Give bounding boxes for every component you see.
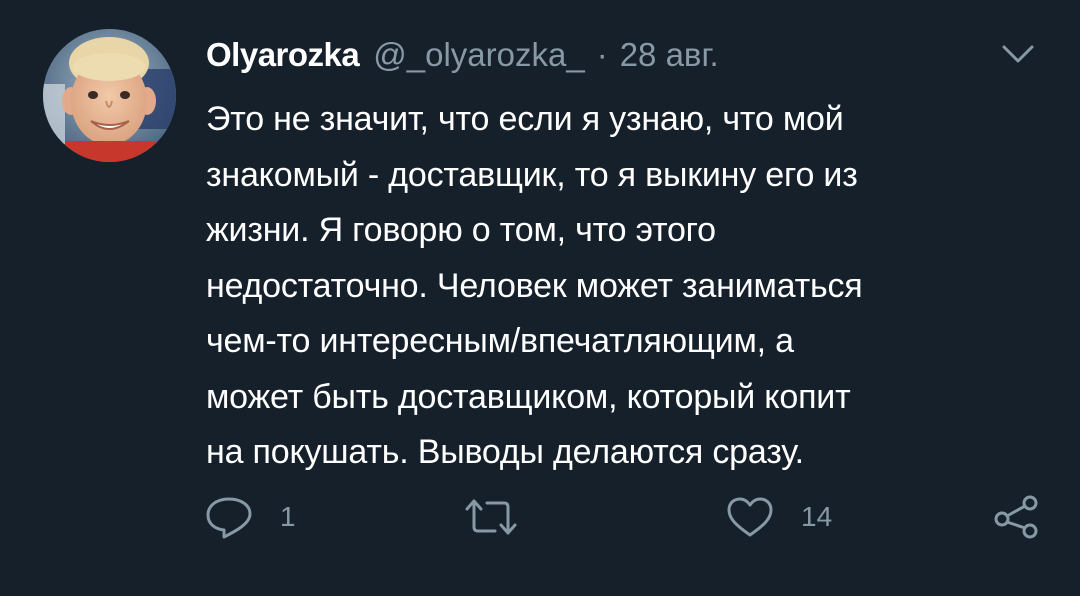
tweet-text-line: может быть доставщиком, который копит — [206, 377, 851, 416]
heart-icon — [727, 497, 773, 537]
tweet-text-line: Это не значит, что если я узнаю, что мой — [206, 100, 844, 138]
retweet-button[interactable] — [463, 495, 545, 539]
chevron-down-icon — [1002, 45, 1034, 63]
reply-icon — [206, 497, 252, 539]
share-icon — [994, 495, 1038, 539]
tweet-text: Это не значит, что если я узнаю, что мой… — [206, 92, 1056, 481]
tweet-date[interactable]: 28 авг. — [620, 36, 719, 74]
reply-button[interactable]: 1 — [204, 495, 296, 539]
avatar[interactable] — [43, 29, 176, 162]
tweet: Olyarozka @_olyarozka_ · 28 авг. Это не … — [0, 0, 1080, 596]
user-handle[interactable]: @_olyarozka_ — [373, 36, 584, 74]
retweet-icon — [465, 499, 517, 535]
header-separator: · — [596, 36, 608, 73]
display-name[interactable]: Olyarozka — [206, 36, 360, 74]
tweet-text-line: жизни. Я говорю о том, что этого — [206, 211, 716, 249]
user-avatar-photo — [43, 29, 176, 162]
tweet-text-line: недостаточно. Человек может заниматься — [206, 266, 863, 305]
share-button[interactable] — [992, 495, 1040, 539]
tweet-menu-button[interactable] — [1000, 42, 1036, 66]
tweet-text-line: знакомый - доставщик, то я выкину его из — [206, 155, 858, 194]
like-button[interactable]: 14 — [725, 495, 832, 539]
tweet-text-line: на покушать. Выводы делаются сразу. — [206, 433, 804, 471]
reply-count: 1 — [280, 501, 296, 532]
tweet-header: Olyarozka @_olyarozka_ · 28 авг. — [206, 36, 719, 80]
like-count: 14 — [801, 501, 833, 532]
tweet-text-line: чем-то интересным/впечатляющим, а — [206, 322, 794, 360]
